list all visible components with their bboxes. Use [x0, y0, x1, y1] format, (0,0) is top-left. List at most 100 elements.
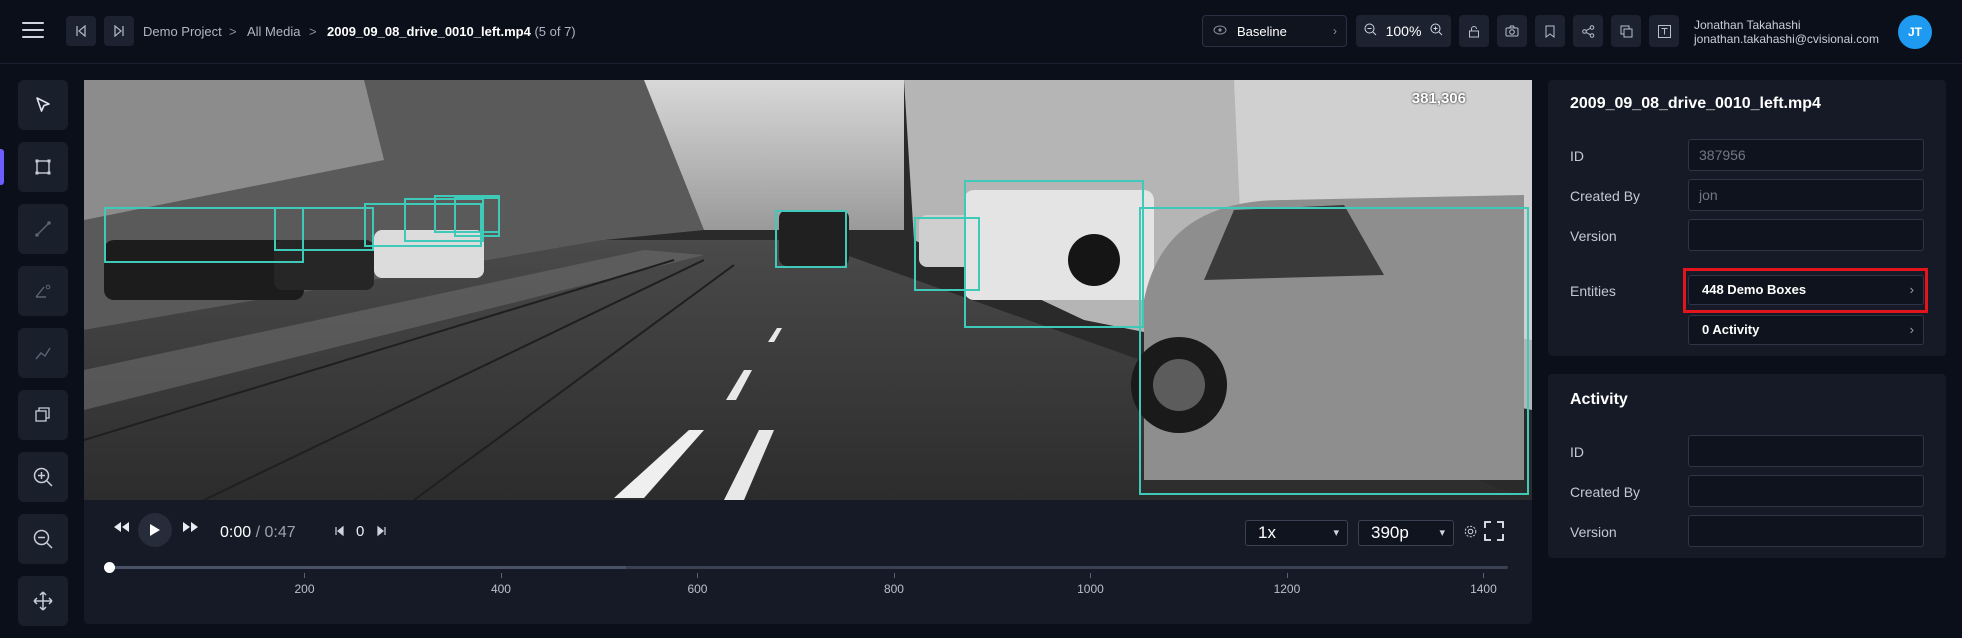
- avatar[interactable]: JT: [1898, 15, 1932, 49]
- step-back-icon: [335, 525, 344, 537]
- video-canvas[interactable]: 381,306: [84, 80, 1532, 500]
- pan-tool-button[interactable]: [18, 576, 68, 626]
- fullscreen-button[interactable]: [1484, 521, 1504, 544]
- bounding-box[interactable]: [274, 207, 374, 251]
- clone-icon: [35, 407, 50, 422]
- timeline-tick-label: 200: [294, 582, 315, 596]
- timeline-tick-label: 800: [883, 582, 904, 596]
- quality-select[interactable]: 390p ▾: [1358, 520, 1454, 546]
- copy-button[interactable]: [1611, 15, 1641, 47]
- lock-icon: [1469, 25, 1479, 37]
- timeline-track[interactable]: [108, 566, 1508, 569]
- rewind-icon: [114, 522, 129, 532]
- zoom-out-icon: [33, 529, 53, 549]
- timeline-buffered: [108, 566, 626, 569]
- player-controls: 0:00 / 0:47 0 1x ▾ 390p ▾ 200 400 600 800 10…: [84, 500, 1532, 624]
- zoom-level: 100%: [1385, 23, 1422, 39]
- playback-rate-value: 1x: [1258, 523, 1276, 542]
- share-button[interactable]: [1573, 15, 1603, 47]
- bookmark-icon: [1545, 25, 1555, 38]
- zoom-in-tool-button[interactable]: [18, 452, 68, 502]
- menu-icon[interactable]: [22, 22, 44, 40]
- next-media-button[interactable]: [104, 16, 134, 46]
- text-button[interactable]: [1649, 15, 1679, 47]
- bounding-box[interactable]: [964, 180, 1144, 328]
- share-icon: [1581, 24, 1594, 38]
- file-position: (5 of 7): [534, 24, 576, 39]
- select-tool-button[interactable]: [18, 80, 68, 130]
- field-label-version: Version: [1570, 228, 1617, 244]
- activity-id-field[interactable]: [1688, 435, 1924, 467]
- settings-button[interactable]: [1463, 524, 1478, 542]
- timeline-tick-label: 600: [687, 582, 708, 596]
- previous-media-button[interactable]: [66, 16, 96, 46]
- fast-forward-button[interactable]: [182, 520, 200, 536]
- play-button[interactable]: [138, 513, 172, 547]
- bounding-box[interactable]: [775, 210, 847, 268]
- media-panel: 2009_09_08_drive_0010_left.mp4 ID 387956…: [1548, 80, 1946, 356]
- timeline-tick-mark: [1286, 573, 1288, 578]
- gear-icon: [1464, 525, 1477, 538]
- time-display: 0:00 / 0:47: [220, 524, 296, 542]
- fullscreen-icon: [1484, 521, 1504, 541]
- screenshot-button[interactable]: [1497, 15, 1527, 47]
- timeline-tick-mark: [1090, 573, 1092, 578]
- box-tool-button[interactable]: [18, 142, 68, 192]
- pointer-icon: [36, 97, 50, 112]
- lock-button[interactable]: [1459, 15, 1489, 47]
- chevron-down-icon: ▾: [1333, 527, 1339, 539]
- camera-icon: [1505, 25, 1519, 37]
- timeline-tick-label: 400: [490, 582, 511, 596]
- activity-created-by-field[interactable]: [1688, 475, 1924, 507]
- field-label-version: Version: [1570, 524, 1617, 540]
- page-title: 2009_09_08_drive_0010_left.mp4 (5 of 7): [327, 24, 576, 39]
- line-icon: [35, 221, 51, 237]
- created-by-field[interactable]: jon: [1688, 179, 1924, 211]
- pan-icon: [33, 591, 53, 611]
- clone-tool-button[interactable]: [18, 390, 68, 440]
- zoom-in-icon[interactable]: [1430, 23, 1443, 39]
- breadcrumb-project[interactable]: Demo Project: [143, 24, 222, 39]
- activity-version-field[interactable]: [1688, 515, 1924, 547]
- id-field[interactable]: 387956: [1688, 139, 1924, 171]
- copy-icon: [1620, 25, 1632, 37]
- breadcrumb-separator: >: [309, 24, 317, 39]
- track-tool-button[interactable]: [18, 328, 68, 378]
- field-label-id: ID: [1570, 444, 1584, 460]
- timeline-tick-mark: [1483, 573, 1485, 578]
- annotation-toolbar: [0, 64, 84, 638]
- version-field[interactable]: [1688, 219, 1924, 251]
- bounding-box[interactable]: [1139, 207, 1529, 495]
- rewind-button[interactable]: [112, 520, 130, 536]
- previous-frame-button[interactable]: [334, 524, 346, 540]
- activity-panel-title: Activity: [1570, 391, 1628, 408]
- timeline-tick-label: 1200: [1273, 582, 1301, 596]
- breadcrumb-separator: >: [229, 24, 237, 39]
- activity-panel: Activity ID Created By Version: [1548, 374, 1946, 558]
- activity-entities-button[interactable]: 0 Activity ›: [1688, 315, 1924, 345]
- timeline-handle[interactable]: [104, 562, 115, 573]
- point-tool-button[interactable]: [18, 266, 68, 316]
- quality-value: 390p: [1371, 523, 1409, 542]
- frame-number: 0: [356, 523, 365, 540]
- text-icon: [1657, 24, 1671, 38]
- playback-rate-select[interactable]: 1x ▾: [1245, 520, 1348, 546]
- top-bar: Demo Project > All Media > 2009_09_08_dr…: [0, 0, 1962, 64]
- frame-label: 381,306: [1411, 90, 1466, 107]
- track-icon: [35, 347, 51, 360]
- next-frame-button[interactable]: [375, 524, 387, 540]
- layer-select[interactable]: Baseline ›: [1202, 15, 1347, 47]
- bookmark-button[interactable]: [1535, 15, 1565, 47]
- zoom-in-icon: [33, 467, 53, 487]
- timeline-tick-mark: [697, 573, 699, 578]
- breadcrumb-all-media[interactable]: All Media: [247, 24, 300, 39]
- bounding-box[interactable]: [434, 195, 500, 233]
- timeline-tick-label: 1400: [1470, 582, 1497, 596]
- line-tool-button[interactable]: [18, 204, 68, 254]
- zoom-out-tool-button[interactable]: [18, 514, 68, 564]
- media-panel-title: 2009_09_08_drive_0010_left.mp4: [1570, 95, 1821, 112]
- zoom-out-icon[interactable]: [1364, 23, 1377, 39]
- skip-forward-icon: [114, 25, 124, 37]
- chevron-down-icon: ▾: [1439, 527, 1445, 539]
- eye-icon: [1213, 24, 1227, 38]
